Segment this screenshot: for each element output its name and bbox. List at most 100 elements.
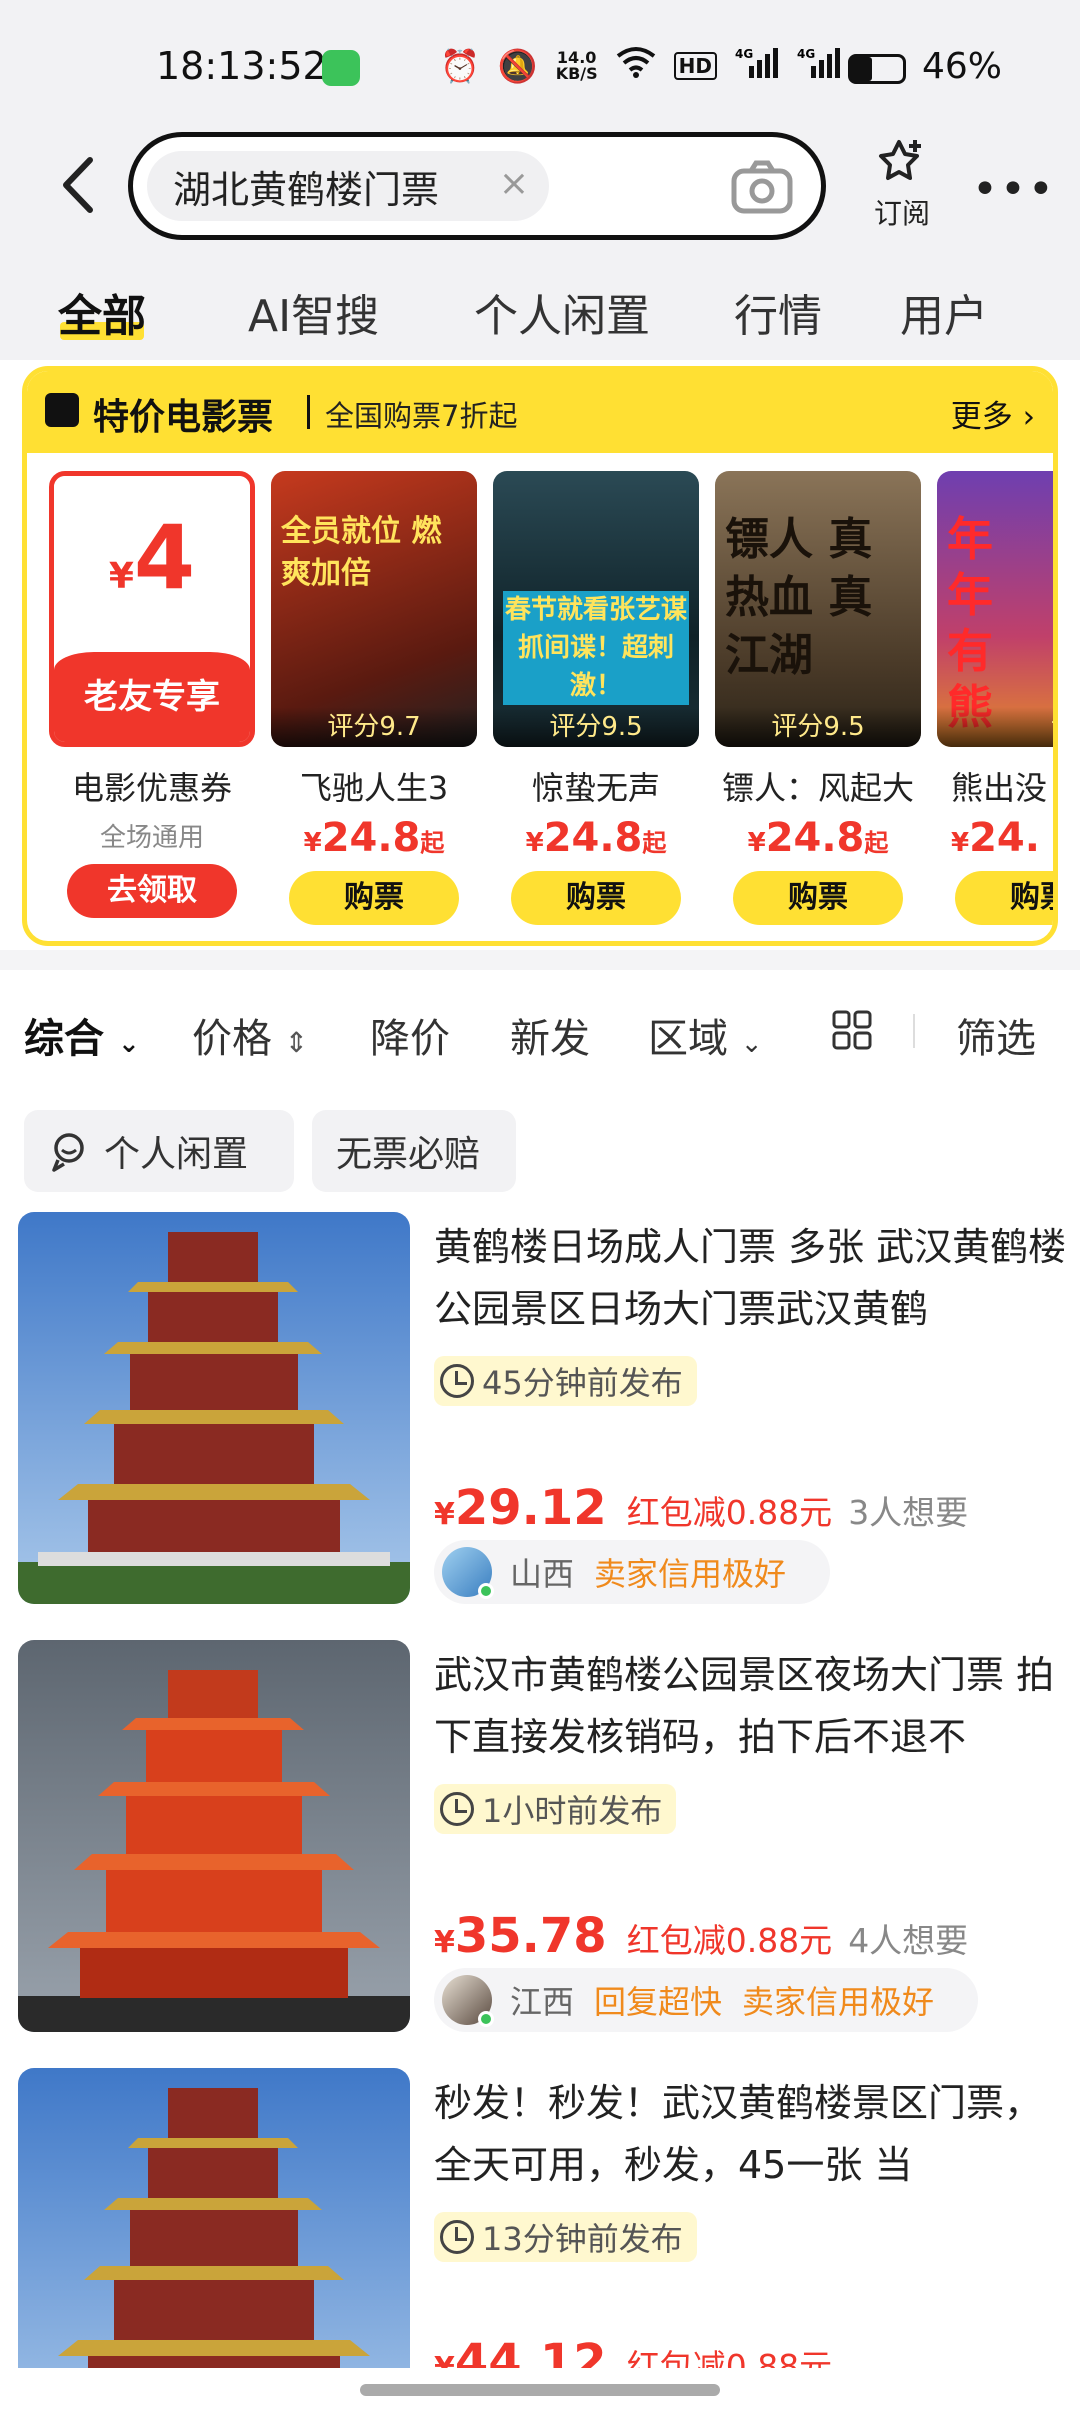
coupon-card[interactable]: ¥4 老友专享 电影优惠券 全场通用 去领取 [49, 471, 255, 931]
movie-card[interactable]: 全员就位 燃爽加倍 评分9.7 飞驰人生3 ¥24.8起 购票 [271, 471, 477, 931]
movie-cards: ¥4 老友专享 电影优惠券 全场通用 去领取 全员就位 燃爽加倍 评分9.7 飞… [27, 453, 1053, 941]
movie-banner-subtitle: 全国购票7折起 [325, 399, 518, 433]
coupon-note: 全场通用 [99, 823, 204, 853]
movie-price: ¥24. [951, 815, 1040, 861]
subscribe-button[interactable]: 订阅 [862, 136, 942, 232]
buy-ticket-button[interactable]: 购票 [289, 871, 459, 925]
listing-title: 秒发！秒发！武汉黄鹤楼景区门票，全天可用，秒发，45一张 当 [434, 2081, 1043, 2187]
tab-personal-idle[interactable]: 个人闲置 [474, 280, 650, 344]
svg-text:4G: 4G [797, 47, 815, 61]
claim-coupon-button[interactable]: 去领取 [67, 864, 237, 918]
movie-poster: 全员就位 燃爽加倍 评分9.7 [271, 471, 477, 747]
tab-ai-search[interactable]: AI智搜 [248, 280, 379, 344]
clear-query-button[interactable]: × [499, 163, 529, 204]
coupon-name: 电影优惠券 [71, 769, 232, 807]
listing-item[interactable]: 武汉市黄鹤楼公园景区夜场大门票 拍下直接发核销码，拍下后不退不 1小时前发布 ¥… [0, 1640, 1080, 2040]
buy-ticket-button[interactable]: 购票 [733, 871, 903, 925]
sort-arrows-icon: ⇕ [284, 1026, 309, 1059]
divider [307, 395, 310, 429]
listing-image [18, 2068, 410, 2368]
avatar [442, 1547, 494, 1599]
filter-chip-guarantee[interactable]: 无票必赔 [312, 1110, 516, 1192]
publish-time: 1小时前发布 [434, 1784, 677, 1834]
tab-users[interactable]: 用户 [900, 280, 988, 344]
movie-price: ¥24.8起 [303, 815, 445, 861]
divider [913, 1014, 915, 1048]
listing-title: 武汉市黄鹤楼公园景区夜场大门票 拍下直接发核销码，拍下后不退不 [434, 1653, 1055, 1759]
coupon-amount: 4 [133, 506, 196, 609]
listing-title: 黄鹤楼日场成人门票 多张 武汉黄鹤楼公园景区日场大门票武汉黄鹤 [434, 1225, 1067, 1331]
camera-icon[interactable] [731, 159, 793, 215]
movie-card[interactable]: 年年有熊 评分 熊出没 ¥24. 购票 [937, 471, 1053, 931]
listing-price: 44.12 [454, 2334, 607, 2368]
sort-region[interactable]: 区域 ⌄ [648, 1006, 763, 1064]
movie-price: ¥24.8起 [747, 815, 889, 861]
mute-icon: 🔕 [497, 47, 538, 85]
movie-banner-title: 特价电影票 [93, 397, 274, 438]
sort-price-drop[interactable]: 降价 [370, 1006, 450, 1064]
home-indicator[interactable] [360, 2384, 720, 2396]
filter-button[interactable]: 筛选 [956, 1006, 1036, 1064]
buy-ticket-button[interactable]: 购票 [955, 871, 1053, 925]
svg-text:4G: 4G [735, 47, 753, 61]
movie-ticket-banner: 特价电影票 全国购票7折起 更多 › ¥4 老友专享 电影优惠券 全场通用 去领… [22, 366, 1058, 946]
listing-image [18, 1212, 410, 1604]
movie-poster: 春节就看张艺谋 抓间谍！超刺激！ 评分9.5 [493, 471, 699, 747]
seller-tag: 卖家信用极好 [594, 1555, 787, 1593]
network-speed: 14.0 KB/S [555, 48, 598, 83]
movie-poster: 年年有熊 评分 [937, 471, 1053, 747]
battery-percent: 46% [922, 46, 1003, 87]
chevron-down-icon: ⌄ [117, 1029, 140, 1059]
tab-market[interactable]: 行情 [734, 280, 822, 344]
movie-name: 熊出没 [951, 769, 1048, 807]
want-count: 4人想要 [848, 1921, 969, 1960]
buy-ticket-button[interactable]: 购票 [511, 871, 681, 925]
clock-icon [440, 1364, 474, 1398]
more-options-icon[interactable]: ••• [972, 164, 1056, 215]
seller-info[interactable]: 江西 回复超快 卖家信用极好 [434, 1968, 979, 2032]
search-box[interactable]: 湖北黄鹤楼门票 × [128, 132, 826, 240]
publish-time: 45分钟前发布 [434, 1356, 697, 1406]
grid-view-icon[interactable] [832, 1010, 872, 1050]
sort-default[interactable]: 综合 ⌄ [24, 1006, 140, 1064]
red-packet-promo: 红包减0.88元 [626, 2347, 833, 2368]
listing-item[interactable]: 秒发！秒发！武汉黄鹤楼景区门票，全天可用，秒发，45一张 当 13分钟前发布 ¥… [0, 2068, 1080, 2368]
sort-price[interactable]: 价格 ⇕ [192, 1006, 308, 1064]
filter-chip-personal-idle[interactable]: 个人闲置 [24, 1110, 294, 1192]
movie-score: 评分 [937, 707, 1053, 747]
listing-price: 35.78 [454, 1908, 607, 1964]
movie-score: 评分9.7 [271, 707, 477, 747]
movie-name: 镖人：风起大 [721, 769, 914, 807]
back-button[interactable] [50, 150, 110, 220]
seller-tag: 回复超快 [594, 1983, 723, 2021]
movie-card[interactable]: 镖人 真热血 真江湖 评分9.5 镖人：风起大 ¥24.8起 购票 [715, 471, 921, 931]
movie-more-link[interactable]: 更多 › [951, 391, 1035, 436]
search-header: 湖北黄鹤楼门票 × 订阅 ••• [0, 120, 1080, 250]
red-packet-promo: 红包减0.88元 [626, 1493, 833, 1532]
signal-icon-1: 4G [735, 46, 779, 86]
category-tabs: 全部 AI智搜 个人闲置 行情 用户 [0, 250, 1080, 360]
movie-card[interactable]: 春节就看张艺谋 抓间谍！超刺激！ 评分9.5 惊蛰无声 ¥24.8起 购票 [493, 471, 699, 931]
seller-tag: 卖家信用极好 [742, 1983, 935, 2021]
listing-item[interactable]: 黄鹤楼日场成人门票 多张 武汉黄鹤楼公园景区日场大门票武汉黄鹤 45分钟前发布 … [0, 1212, 1080, 1612]
price-line: ¥44.12 红包减0.88元 [434, 2334, 832, 2368]
movie-name: 飞驰人生3 [299, 769, 449, 807]
search-query-chip[interactable]: 湖北黄鹤楼门票 × [147, 151, 549, 221]
price-line: ¥29.12 红包减0.88元 3人想要 [434, 1480, 969, 1536]
hd-icon: HD [673, 52, 717, 80]
listing-image [18, 1640, 410, 2032]
movie-score: 评分9.5 [715, 707, 921, 747]
sort-bar: 综合 ⌄ 价格 ⇕ 降价 新发 区域 ⌄ 筛选 [0, 976, 1080, 1086]
movie-poster: 镖人 真热血 真江湖 评分9.5 [715, 471, 921, 747]
tab-all[interactable]: 全部 [58, 280, 146, 344]
alarm-icon: ⏰ [440, 47, 480, 85]
battery-icon [848, 54, 906, 84]
seller-province: 山西 [510, 1555, 575, 1593]
section-divider [0, 950, 1080, 970]
signal-icon-2: 4G [797, 46, 841, 86]
status-time: 18:13:52 [156, 44, 327, 88]
status-bar: 18:13:52 ⏰ 🔕 14.0 KB/S HD 4G 4G 46% [0, 0, 1080, 135]
seller-info[interactable]: 山西 卖家信用极好 [434, 1540, 831, 1604]
coupon-label: 老友专享 [54, 652, 250, 742]
sort-newest[interactable]: 新发 [510, 1006, 590, 1064]
